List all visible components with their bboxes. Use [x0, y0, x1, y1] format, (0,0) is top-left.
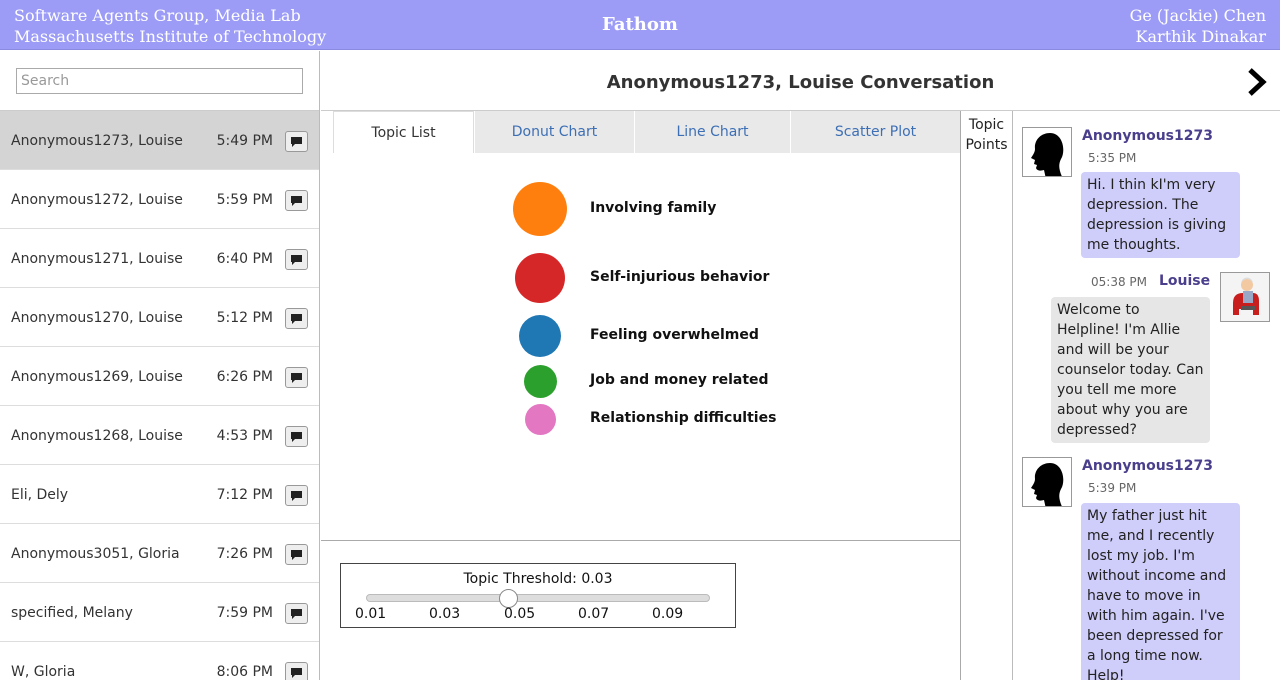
conversation-name: Anonymous1273, Louise [11, 133, 183, 149]
conversation-name: Anonymous1271, Louise [11, 251, 183, 267]
chat-bubble-icon[interactable] [285, 249, 308, 270]
conversation-time: 5:12 PM [216, 310, 273, 326]
message-sender: Anonymous1273 [1082, 458, 1213, 474]
conversation-list-item[interactable]: Anonymous3051, Gloria 7:26 PM [0, 524, 319, 583]
chat-bubble-icon[interactable] [285, 131, 308, 152]
topic-dot [523, 364, 557, 398]
threshold-slider-track[interactable] [366, 594, 710, 602]
tab-line-chart[interactable]: Line Chart [634, 111, 790, 153]
threshold-label: Topic Threshold: 0.03 [463, 571, 613, 587]
conversation-name: Eli, Dely [11, 487, 69, 503]
conversation-list-item[interactable]: Anonymous1273, Louise 5:49 PM [0, 111, 319, 170]
topic-points-label-1: Topic [968, 117, 1005, 133]
tab-scatter-plot[interactable]: Scatter Plot [790, 111, 960, 153]
chat-bubble-icon[interactable] [285, 308, 308, 329]
conversation-name: specified, Melany [11, 605, 133, 621]
slider-tick-label: 0.05 [504, 606, 536, 622]
search-bar [0, 51, 319, 111]
message-sender: Louise [1159, 273, 1211, 289]
conversation-time: 8:06 PM [216, 664, 273, 680]
topic-points-label-2: Points [965, 137, 1008, 153]
user-avatar-icon [1022, 457, 1072, 507]
message-bubble: My father just hit me, and I recently lo… [1081, 503, 1240, 680]
authors: Ge (Jackie) Chen Karthik Dinakar [1130, 5, 1266, 47]
conversation-time: 5:49 PM [216, 133, 273, 149]
message-time: 5:39 PM [1088, 481, 1137, 495]
topic-label: Involving family [590, 200, 717, 216]
conversation-list-item[interactable]: Anonymous1271, Louise 6:40 PM [0, 229, 319, 288]
message-bubble: Welcome to Helpline! I'm Allie and will … [1051, 297, 1210, 443]
topic-dot [515, 253, 565, 303]
conversation-list: Anonymous1273, Louise 5:49 PM Anonymous1… [0, 111, 319, 680]
chat-bubble-icon[interactable] [285, 662, 308, 680]
message-time: 05:38 PM [1091, 275, 1147, 289]
conversation-list-item[interactable]: Anonymous1269, Louise 6:26 PM [0, 347, 319, 406]
conversation-name: Anonymous1272, Louise [11, 192, 183, 208]
message-bubble: Hi. I thin kI'm very depression. The dep… [1081, 172, 1240, 258]
conversation-time: 6:26 PM [216, 369, 273, 385]
topic-dot [519, 315, 561, 357]
search-input[interactable] [16, 68, 303, 94]
chat-bubble-icon[interactable] [285, 603, 308, 624]
conversation-time: 4:53 PM [216, 428, 273, 444]
conversation-sidebar: Anonymous1273, Louise 5:49 PM Anonymous1… [0, 51, 320, 680]
view-tabs: Topic List Donut Chart Line Chart Scatte… [333, 111, 960, 153]
slider-tick-label: 0.03 [429, 606, 461, 622]
conversation-list-item[interactable]: Anonymous1268, Louise 4:53 PM [0, 406, 319, 465]
topic-threshold-control: Topic Threshold: 0.03 0.01 0.03 0.05 0.0… [340, 563, 736, 628]
topic-label: Self-injurious behavior [590, 269, 770, 285]
slider-tick-label: 0.01 [355, 606, 387, 622]
topic-points-column: Topic Points [961, 111, 1013, 680]
chevron-right-icon[interactable] [1246, 67, 1268, 102]
chat-bubble-icon[interactable] [285, 485, 308, 506]
app-title: Fathom [602, 14, 678, 35]
conversation-name: W, Gloria [11, 664, 76, 680]
topic-dot [513, 182, 567, 236]
author-2: Karthik Dinakar [1135, 27, 1266, 46]
slider-tick-label: 0.09 [652, 606, 684, 622]
counselor-avatar-icon [1220, 272, 1270, 322]
conversation-list-item[interactable]: W, Gloria 8:06 PM [0, 642, 319, 680]
user-avatar-icon [1022, 127, 1072, 177]
conversation-list-item[interactable]: Anonymous1270, Louise 5:12 PM [0, 288, 319, 347]
section-divider [321, 540, 960, 541]
tab-donut-chart[interactable]: Donut Chart [474, 111, 634, 153]
conversation-list-item[interactable]: specified, Melany 7:59 PM [0, 583, 319, 642]
conversation-time: 7:12 PM [216, 487, 273, 503]
chat-bubble-icon[interactable] [285, 426, 308, 447]
conversation-time: 7:26 PM [216, 546, 273, 562]
conversation-list-item[interactable]: Eli, Dely 7:12 PM [0, 465, 319, 524]
conversation-time: 6:40 PM [216, 251, 273, 267]
conversation-title: Anonymous1273, Louise Conversation [606, 72, 995, 93]
conversation-time: 5:59 PM [216, 192, 273, 208]
chat-bubble-icon[interactable] [285, 544, 308, 565]
tab-topic-list[interactable]: Topic List [333, 111, 474, 153]
conversation-name: Anonymous1268, Louise [11, 428, 183, 444]
conversation-name: Anonymous3051, Gloria [11, 546, 180, 562]
chat-transcript: Anonymous1273 5:35 PM Hi. I thin kI'm ve… [1014, 111, 1280, 680]
conversation-time: 7:59 PM [216, 605, 273, 621]
conversation-header: Anonymous1273, Louise Conversation [321, 51, 1280, 111]
conversation-list-item[interactable]: Anonymous1272, Louise 5:59 PM [0, 170, 319, 229]
message-time: 5:35 PM [1088, 151, 1137, 165]
topic-label: Feeling overwhelmed [590, 327, 759, 343]
author-1: Ge (Jackie) Chen [1129, 6, 1266, 25]
conversation-name: Anonymous1269, Louise [11, 369, 183, 385]
app-header: Software Agents Group, Media Lab Massach… [0, 0, 1280, 50]
chat-bubble-icon[interactable] [285, 367, 308, 388]
topic-dot [524, 403, 556, 435]
slider-tick-label: 0.07 [578, 606, 610, 622]
message-sender: Anonymous1273 [1082, 128, 1213, 144]
topic-label: Job and money related [590, 372, 769, 388]
conversation-name: Anonymous1270, Louise [11, 310, 183, 326]
topic-list: Involving family Self-injurious behavior… [333, 153, 960, 540]
topic-label: Relationship difficulties [590, 410, 777, 426]
chat-bubble-icon[interactable] [285, 190, 308, 211]
